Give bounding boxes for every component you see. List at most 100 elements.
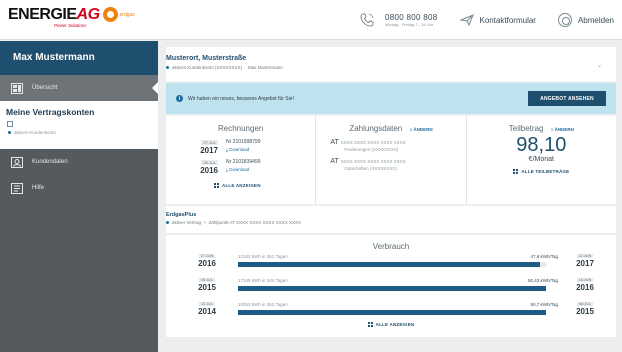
bill-day: 28.JUL <box>201 160 218 165</box>
bill-day: 27.JUL <box>201 140 218 145</box>
usage-bar-fill <box>238 310 546 315</box>
payment-panel: Zahlungsdaten ≡ ÄNDERN AT XXXX XXXX XXXX … <box>315 116 466 204</box>
usage-days: 18353 kWh in 362 Tagen <box>238 302 288 307</box>
contract-checkbox[interactable] <box>7 121 13 127</box>
logout-label: Abmelden <box>577 15 614 25</box>
edit-payment-link[interactable]: ≡ ÄNDERN <box>410 127 433 132</box>
usage-to-year: 2017 <box>576 259 594 268</box>
account-holder: Max Mustermann <box>248 65 283 70</box>
logout-icon <box>557 13 572 27</box>
contract-status: aktiver Vertrag <box>172 220 202 225</box>
phone-hotline[interactable]: 0800 800 808 Montag - Freitag 7 - 18 Uhr <box>359 12 438 28</box>
account-status[interactable]: aktives Kundenkonto <box>6 130 152 135</box>
installment-amount: 98,10 <box>516 134 567 156</box>
grid-icon <box>513 169 519 174</box>
overview-icon <box>10 82 24 94</box>
usage-rate: 50,7 kWh/Tag <box>530 302 558 307</box>
sidebar-item-label: Übersicht <box>32 85 58 91</box>
chevron-down-icon[interactable]: ⌄ <box>597 62 602 69</box>
sidebar-item-help[interactable]: Hilfe <box>0 175 158 201</box>
usage-panel: Verbrauch 17.JUN 2016 12182 kWh in 361 Ta… <box>166 235 616 337</box>
payment-title: Zahlungsdaten <box>349 124 403 133</box>
sidebar: Max Mustermann Übersicht Meine Vertragsk… <box>0 41 158 352</box>
usage-rate: 50,43 kWh/Tag <box>527 278 558 283</box>
offer-banner: i Wir haben ein neues, besseres Angebot … <box>166 83 616 114</box>
show-all-usage-link[interactable]: ALLE ANZEIGEN <box>166 322 616 327</box>
view-offer-button[interactable]: ANGEBOT ANSEHEN <box>528 91 606 106</box>
usage-title: Verbrauch <box>372 242 410 251</box>
contract-accounts: Meine Vertragskonten aktives Kundenkonto <box>0 101 158 149</box>
logout-button[interactable]: Abmelden <box>557 13 614 27</box>
installment-unit: €/Monat <box>528 156 554 163</box>
bill-number: Nr 2101998799 <box>226 139 261 145</box>
contracts-title: Meine Vertragskonten <box>6 107 95 117</box>
usage-from-day: 17.JUN <box>198 254 216 258</box>
edit-installment-link[interactable]: ≡ ÄNDERN <box>551 127 574 132</box>
user-name: Max Mustermann <box>0 41 158 75</box>
usage-to-day: 08.JUL <box>576 302 594 306</box>
address-title: Musterort, Musterstraße <box>166 55 247 62</box>
bill-number: Nr 2101839499 <box>226 159 261 165</box>
usage-from-day: 12.JUL <box>198 302 216 306</box>
contract-card[interactable]: ErdgasPlus aktiver Vertrag • Zählpunkt A… <box>166 206 616 233</box>
id-card-icon <box>10 156 24 168</box>
bills-panel: Rechnungen 27.JUL 2017 Nr 2101998799 ⤓ D… <box>166 116 316 204</box>
bill-item[interactable]: 27.JUL 2017 Nr 2101998799 ⤓ Download <box>166 139 315 155</box>
sidebar-item-customer-data[interactable]: Kundendaten <box>0 149 158 175</box>
phone-icon <box>360 13 374 27</box>
logo-partner: erdgas <box>119 12 135 18</box>
contact-form-label: Kontaktformular <box>479 15 536 25</box>
iban-number: XXXX XXXX XXXX XXXX XXXX <box>340 140 406 145</box>
usage-from-day: 08.JUL <box>198 278 216 282</box>
installment-panel: Teilbetrag ≡ ÄNDERN 98,10 €/Monat ALLE T… <box>465 116 616 204</box>
usage-bar <box>238 286 546 291</box>
usage-to-day: 12.JUN <box>576 254 594 258</box>
top-bar: ENERGIEAG Power Solutions erdgas 0800 80… <box>0 0 622 40</box>
iban-label: Gutschriften (XXXXXXXX) <box>344 166 397 171</box>
summary-panels: Rechnungen 27.JUL 2017 Nr 2101998799 ⤓ D… <box>166 116 616 204</box>
logo-tagline: Power Solutions <box>54 23 87 28</box>
grid-icon <box>367 322 373 327</box>
usage-bar-fill <box>238 262 540 267</box>
bill-item[interactable]: 28.JUL 2016 Nr 2101839499 ⤓ Download <box>166 159 315 175</box>
contact-form-link[interactable]: Kontaktformular <box>459 14 536 26</box>
installment-title: Teilbetrag <box>508 124 544 133</box>
iban-country: AT <box>330 139 339 146</box>
usage-bar-fill <box>238 286 546 291</box>
usage-days: 17349 kWh in 344 Tagen <box>238 278 288 283</box>
sidebar-item-label: Hilfe <box>32 185 45 191</box>
info-icon: i <box>176 95 183 102</box>
download-link[interactable]: ⤓ Download <box>226 147 260 152</box>
usage-rate: 47,6 kWh/Tag <box>530 254 558 259</box>
sidebar-item-label: Kundendaten <box>32 159 68 165</box>
show-all-installments-link[interactable]: ALLE TEILBETRÄGE <box>467 169 616 174</box>
usage-from-year: 2014 <box>198 307 216 316</box>
account-line: aktives Kundenkonto (XXXXXXXX) Max Muste… <box>166 65 616 70</box>
usage-from-year: 2015 <box>198 283 216 292</box>
usage-to-year: 2016 <box>576 283 594 292</box>
usage-from-year: 2016 <box>198 259 216 268</box>
download-link[interactable]: ⤓ Download <box>226 167 260 172</box>
iban-label: Forderungen (XXXXXXXX) <box>344 147 399 152</box>
payment-line: AT XXXX XXXX XXXX XXXX XXXX Forderungen (… <box>316 139 465 152</box>
phone-hours: Montag - Freitag 7 - 18 Uhr <box>384 21 434 27</box>
usage-to-year: 2015 <box>576 307 594 316</box>
bill-year: 2017 <box>200 146 218 155</box>
sidebar-item-overview[interactable]: Übersicht <box>0 75 158 101</box>
usage-days: 12182 kWh in 361 Tagen <box>238 254 288 259</box>
usage-row: 17.JUN 2016 12182 kWh in 361 Tagen 47,6 k… <box>194 252 598 270</box>
top-actions: 0800 800 808 Montag - Freitag 7 - 18 Uhr… <box>359 10 614 30</box>
usage-to-day: 16.JUN <box>576 278 594 282</box>
grid-icon <box>214 183 219 188</box>
payment-line: AT XXXX XXXX XXXX XXXX XXXX Gutschriften … <box>316 158 465 171</box>
phone-number: 0800 800 808 <box>384 12 438 22</box>
usage-row: 08.JUL 2015 17349 kWh in 344 Tagen 50,43 … <box>194 276 598 294</box>
logo-wordmark: ENERGIEAG <box>8 6 100 23</box>
usage-bar <box>238 310 546 315</box>
address-card[interactable]: Musterort, Musterstraße aktives Kundenko… <box>166 47 616 81</box>
help-icon <box>10 182 24 194</box>
show-all-bills-link[interactable]: ALLE ANZEIGEN <box>166 183 315 188</box>
contract-title: ErdgasPlus <box>166 212 197 218</box>
logo[interactable]: ENERGIEAG Power Solutions erdgas <box>8 7 135 33</box>
active-dot-icon <box>166 66 169 69</box>
